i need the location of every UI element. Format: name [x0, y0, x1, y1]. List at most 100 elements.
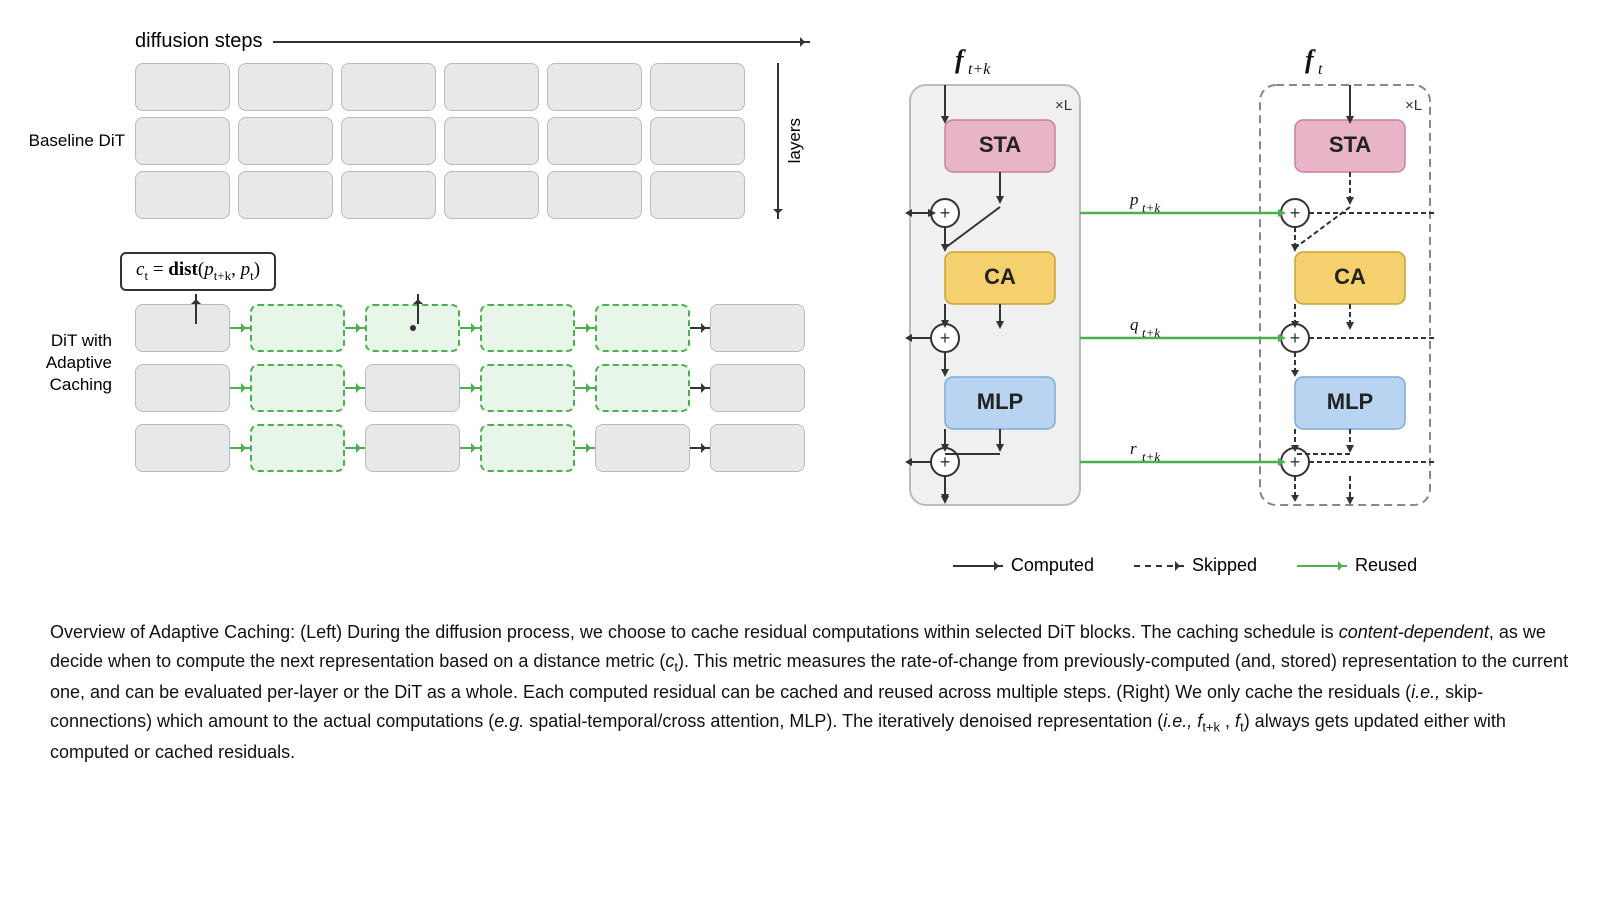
- svg-text:MLP: MLP: [977, 389, 1023, 414]
- black-arrow-icon: [690, 327, 710, 329]
- baseline-cell: [238, 117, 333, 165]
- adaptive-cell-solid: [710, 424, 805, 472]
- baseline-cell: [444, 171, 539, 219]
- green-arrow-icon: [345, 387, 365, 389]
- baseline-cell: [135, 63, 230, 111]
- adaptive-cell-dashed: [480, 304, 575, 352]
- black-arrow-icon: [690, 387, 710, 389]
- legend-green-arrow-icon: [1297, 565, 1347, 567]
- baseline-cell: [547, 63, 642, 111]
- green-arrow-icon: [575, 387, 595, 389]
- main-container: diffusion steps Baseline DiT: [0, 0, 1620, 904]
- baseline-row-3: [135, 171, 745, 219]
- right-diagram-svg-container: f t+k f t ×L ×L STA: [890, 30, 1470, 600]
- svg-text:×L: ×L: [1405, 97, 1422, 114]
- green-arrow-icon: [345, 447, 365, 449]
- baseline-cell: [341, 117, 436, 165]
- baseline-cell: [547, 171, 642, 219]
- baseline-cell: [238, 171, 333, 219]
- adaptive-cell-solid: [365, 364, 460, 412]
- adaptive-cell-dashed: [250, 304, 345, 352]
- formula-text: ct = dist(pt+k, pt): [136, 259, 260, 280]
- adaptive-cell-dashed: [250, 424, 345, 472]
- left-panel: diffusion steps Baseline DiT: [40, 20, 860, 600]
- diagram-section: diffusion steps Baseline DiT: [40, 20, 1580, 600]
- svg-text:CA: CA: [984, 264, 1016, 289]
- baseline-cell: [135, 117, 230, 165]
- right-panel: f t+k f t ×L ×L STA: [860, 20, 1580, 600]
- adaptive-cell-solid: [135, 304, 230, 352]
- legend-dashed-arrow-icon: [1134, 565, 1184, 567]
- green-arrow-icon: [460, 447, 480, 449]
- green-arrow-icon: [460, 387, 480, 389]
- diffusion-steps-label: diffusion steps: [135, 30, 263, 53]
- adaptive-section: [40, 304, 860, 478]
- svg-text:STA: STA: [979, 132, 1021, 157]
- svg-text:t+k: t+k: [1142, 449, 1160, 464]
- baseline-cell: [341, 63, 436, 111]
- baseline-cell: [444, 117, 539, 165]
- adaptive-cell-solid: [135, 424, 230, 472]
- caption-section: Overview of Adaptive Caching: (Left) Dur…: [40, 608, 1580, 767]
- baseline-row-2: [135, 117, 745, 165]
- baseline-label: Baseline DiT: [29, 130, 125, 152]
- svg-text:+: +: [1290, 328, 1301, 348]
- legend-computed-label: Computed: [1011, 555, 1094, 576]
- svg-text:CA: CA: [1334, 264, 1366, 289]
- svg-text:+: +: [1290, 203, 1301, 223]
- green-arrow-icon: [230, 387, 250, 389]
- baseline-row-1: [135, 63, 745, 111]
- legend-skipped: Skipped: [1134, 555, 1257, 576]
- adaptive-cell-dashed: [595, 304, 690, 352]
- adaptive-cell-solid: [135, 364, 230, 412]
- architecture-diagram: f t+k f t ×L ×L STA: [890, 30, 1470, 550]
- svg-text:q: q: [1130, 315, 1139, 334]
- svg-text:×L: ×L: [1055, 97, 1072, 114]
- svg-text:t+k: t+k: [1142, 200, 1160, 215]
- black-arrow-icon: [690, 447, 710, 449]
- svg-text:MLP: MLP: [1327, 389, 1373, 414]
- baseline-cell: [238, 63, 333, 111]
- svg-text:t: t: [1318, 61, 1323, 78]
- green-arrow-icon: [230, 327, 250, 329]
- green-arrow-icon: [345, 327, 365, 329]
- dot-icon: [410, 325, 416, 331]
- svg-text:t+k: t+k: [1142, 325, 1160, 340]
- adaptive-side-label: DiT withAdaptiveCaching: [40, 330, 120, 396]
- caption-text: Overview of Adaptive Caching: (Left) Dur…: [50, 622, 1568, 762]
- svg-text:f: f: [1305, 45, 1316, 74]
- svg-text:p: p: [1129, 190, 1139, 209]
- adaptive-row-1: [135, 304, 860, 352]
- green-arrow-icon: [460, 327, 480, 329]
- layers-label: layers: [785, 118, 805, 163]
- adaptive-cell-solid: [710, 364, 805, 412]
- baseline-section: Baseline DiT: [40, 63, 860, 219]
- adaptive-cell-solid: [595, 424, 690, 472]
- adaptive-cell-dashed: [250, 364, 345, 412]
- adaptive-cell-dashed: [480, 424, 575, 472]
- legend-skipped-label: Skipped: [1192, 555, 1257, 576]
- baseline-cell: [547, 117, 642, 165]
- adaptive-cell-dashed: [595, 364, 690, 412]
- adaptive-cell-solid: [710, 304, 805, 352]
- baseline-cell: [135, 171, 230, 219]
- svg-text:f: f: [955, 45, 966, 74]
- legend-computed: Computed: [953, 555, 1094, 576]
- legend-solid-arrow-icon: [953, 565, 1003, 567]
- svg-text:+: +: [940, 328, 951, 348]
- adaptive-cell-dashed: [480, 364, 575, 412]
- adaptive-row-2: [135, 364, 860, 412]
- baseline-cell: [341, 171, 436, 219]
- adaptive-cell-solid: [365, 424, 460, 472]
- legend-reused: Reused: [1297, 555, 1417, 576]
- legend-reused-label: Reused: [1355, 555, 1417, 576]
- legend: Computed Skipped Reused: [890, 555, 1470, 576]
- baseline-cell: [650, 117, 745, 165]
- svg-text:STA: STA: [1329, 132, 1371, 157]
- svg-text:t+k: t+k: [968, 61, 991, 78]
- baseline-cell: [650, 171, 745, 219]
- svg-text:+: +: [940, 203, 951, 223]
- baseline-cell: [444, 63, 539, 111]
- adaptive-row-3: [135, 424, 860, 472]
- svg-text:r: r: [1130, 439, 1137, 458]
